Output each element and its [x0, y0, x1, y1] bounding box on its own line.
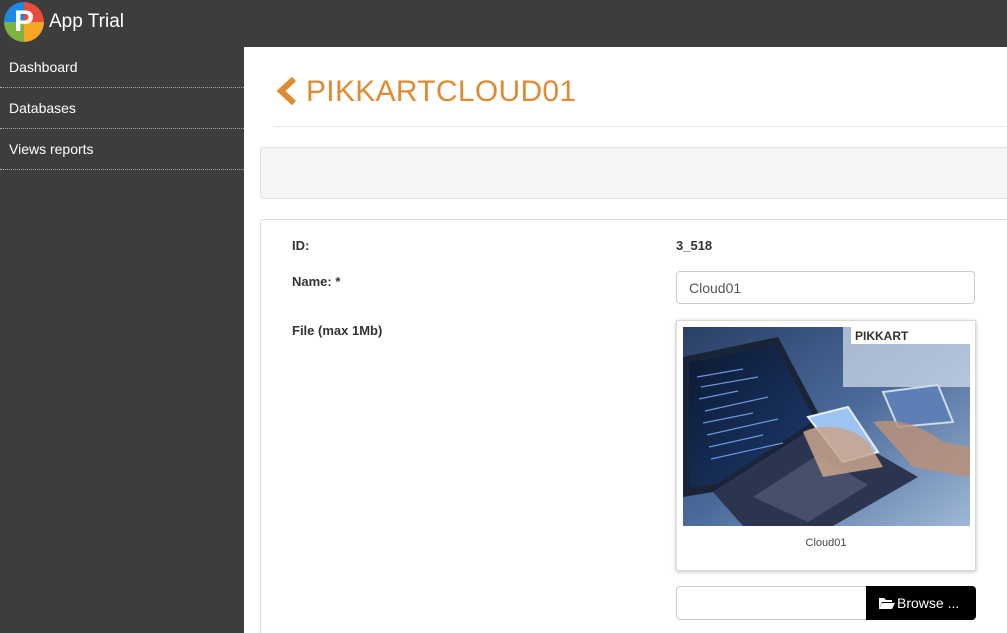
image-thumbnail: PIKKART — [683, 327, 970, 526]
image-brand-text: PIKKART — [855, 329, 909, 343]
page-header: PIKKARTCLOUD01 — [274, 47, 1007, 127]
id-label: ID: — [292, 238, 310, 253]
folder-open-icon — [879, 598, 895, 609]
name-label: Name: * — [292, 274, 341, 289]
page-title: PIKKARTCLOUD01 — [306, 75, 577, 108]
top-bar: P App Trial — [0, 0, 1007, 47]
file-path-input[interactable] — [676, 586, 867, 620]
sidebar-item-databases[interactable]: Databases — [0, 88, 244, 129]
browse-button-label: Browse ... — [897, 595, 960, 611]
image-caption: Cloud01 — [805, 537, 847, 549]
image-thumbnail-card[interactable]: PIKKART Cloud01 — [676, 320, 976, 571]
id-value: 3_518 — [676, 238, 713, 253]
name-input[interactable] — [676, 271, 975, 304]
app-title: App Trial — [49, 11, 124, 32]
toolbar-panel — [260, 147, 1007, 199]
logo-letter: P — [13, 5, 34, 38]
sidebar: Dashboard Databases Views reports — [0, 47, 244, 633]
app-logo[interactable]: P — [4, 2, 44, 42]
back-chevron-icon[interactable] — [276, 76, 298, 106]
file-label: File (max 1Mb) — [292, 323, 383, 338]
sidebar-item-dashboard[interactable]: Dashboard — [0, 47, 244, 88]
browse-button[interactable]: Browse ... — [866, 586, 976, 620]
form-panel: ID: 3_518 Name: * File (max 1Mb) — [260, 219, 1007, 633]
sidebar-item-views-reports[interactable]: Views reports — [0, 129, 244, 170]
